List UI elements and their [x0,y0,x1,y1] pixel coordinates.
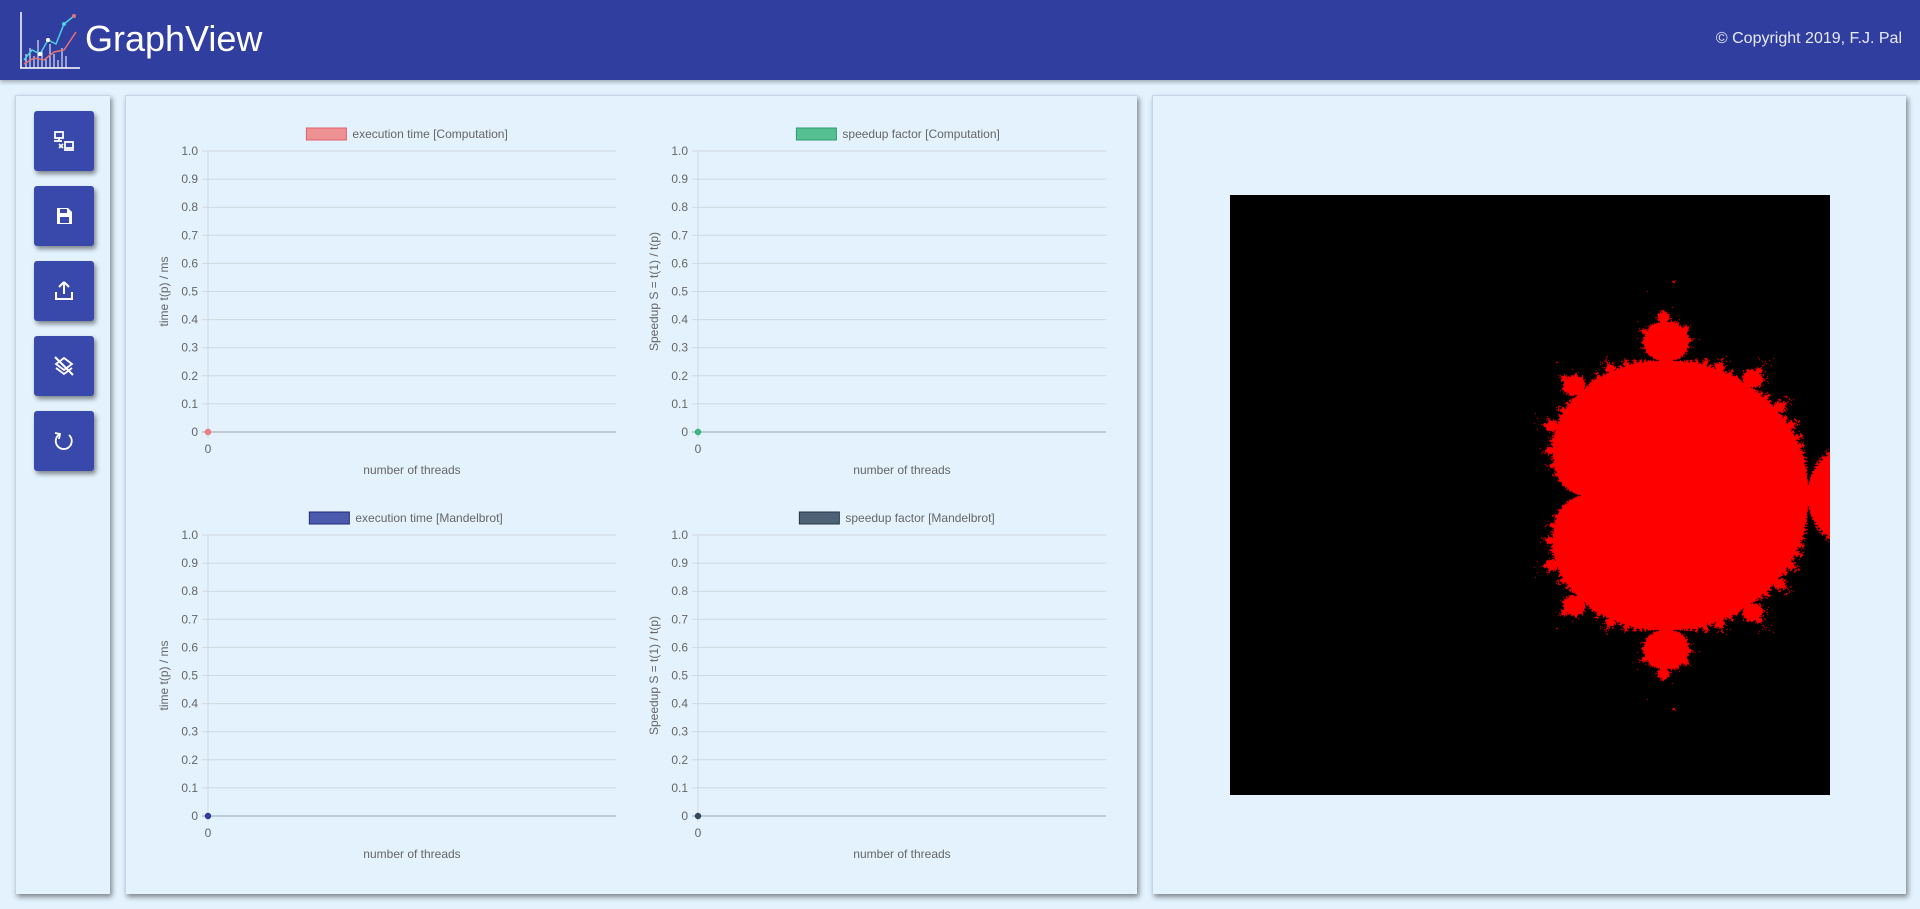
y-tick-label: 0.7 [181,612,198,626]
y-tick-label: 0.1 [181,397,198,411]
legend-swatch [798,511,840,525]
y-tick-label: 0.9 [671,556,688,570]
y-tick-label: 0.1 [671,781,688,795]
x-tick-label: 0 [205,442,212,456]
legend-label: speedup factor [Mandelbrot] [845,511,994,525]
legend-label: execution time [Computation] [352,127,507,141]
y-tick-label: 0.2 [181,753,198,767]
legend-label: execution time [Mandelbrot] [355,511,502,525]
y-tick-label: 0.3 [181,725,198,739]
legend-swatch [305,127,347,141]
y-tick-label: 0.6 [181,640,198,654]
y-tick-label: 0.3 [671,341,688,355]
y-tick-label: 0 [681,809,688,823]
y-tick-label: 0.5 [181,285,198,299]
legend-swatch [308,511,350,525]
y-tick-label: 0.1 [671,397,688,411]
toolbar-panel [15,95,110,894]
y-tick-label: 0.4 [181,313,198,327]
y-tick-label: 0.5 [671,285,688,299]
chart-3: execution time [Mandelbrot] 0 0.1 0.2 0.3 0.4… [157,511,616,861]
mandelbrot-canvas[interactable] [1230,195,1830,795]
y-tick-label: 0.8 [671,200,688,214]
y-tick-label: 0.2 [181,369,198,383]
export-button[interactable] [34,261,94,321]
legend-label: speedup factor [Computation] [842,127,999,141]
y-tick-label: 0.4 [181,697,198,711]
copyright-notice: © Copyright 2019, F.J. Pal [1715,30,1902,47]
app-header: GraphView © Copyright 2019, F.J. Pal [0,0,1920,80]
x-tick-label: 0 [205,826,212,840]
y-tick-label: 1.0 [181,144,198,158]
y-tick-label: 0.6 [671,640,688,654]
y-axis-label: time t(p) / ms [157,640,171,710]
y-tick-label: 1.0 [671,528,688,542]
y-tick-label: 0 [191,425,198,439]
y-tick-label: 0.8 [671,584,688,598]
app-title: GraphView [85,18,263,59]
y-tick-label: 0.6 [181,256,198,270]
y-tick-label: 1.0 [671,144,688,158]
y-tick-label: 0.5 [671,669,688,683]
y-tick-label: 0.3 [671,725,688,739]
y-axis-label: Speedup S = t(1) / t(p) [647,232,661,351]
y-tick-label: 0.1 [181,781,198,795]
chart-4: speedup factor [Mandelbrot] 0 0.1 0.2 0.3 0.4… [647,511,1106,861]
charts-area: execution time [Computation] 0 0.1 0.2 0.3 0.… [157,127,1106,861]
y-tick-label: 0.5 [181,669,198,683]
network-connect-icon [54,131,74,151]
x-tick-label: 0 [695,826,702,840]
y-tick-label: 0.3 [181,341,198,355]
x-tick-label: 0 [695,442,702,456]
fractal-panel [1152,95,1906,894]
y-tick-label: 0 [681,425,688,439]
data-point [694,428,702,436]
reload-button[interactable] [34,411,94,471]
y-tick-label: 1.0 [181,528,198,542]
data-point [694,812,702,820]
save-button[interactable] [34,186,94,246]
clear-button[interactable] [34,336,94,396]
y-tick-label: 0.8 [181,200,198,214]
y-tick-label: 0.2 [671,753,688,767]
y-tick-label: 0.4 [671,313,688,327]
floppy-disk-icon [57,208,72,224]
y-tick-label: 0.9 [181,556,198,570]
y-tick-label: 0.7 [181,228,198,242]
y-tick-label: 0.7 [671,612,688,626]
layers-off-icon [54,356,74,376]
upload-icon [55,281,73,300]
y-tick-label: 0 [191,809,198,823]
chart-2: speedup factor [Computation] 0 0.1 0.2 0.3 0.… [647,127,1106,477]
y-tick-label: 0.2 [671,369,688,383]
y-tick-label: 0.9 [181,172,198,186]
graph-logo-icon [20,12,80,69]
y-axis-label: time t(p) / ms [157,256,171,326]
x-axis-label: number of threads [853,463,950,477]
legend-swatch [795,127,837,141]
y-tick-label: 0.8 [181,584,198,598]
charts-panel: execution time [Computation] 0 0.1 0.2 0.3 0.… [125,95,1137,894]
x-axis-label: number of threads [363,847,460,861]
y-tick-label: 0.7 [671,228,688,242]
data-point [204,428,212,436]
x-axis-label: number of threads [853,847,950,861]
y-tick-label: 0.4 [671,697,688,711]
x-axis-label: number of threads [363,463,460,477]
y-axis-label: Speedup S = t(1) / t(p) [647,616,661,735]
refresh-icon [54,432,73,450]
y-tick-label: 0.9 [671,172,688,186]
chart-1: execution time [Computation] 0 0.1 0.2 0.3 0.… [157,127,616,477]
connect-button[interactable] [34,111,94,171]
data-point [204,812,212,820]
y-tick-label: 0.6 [671,256,688,270]
